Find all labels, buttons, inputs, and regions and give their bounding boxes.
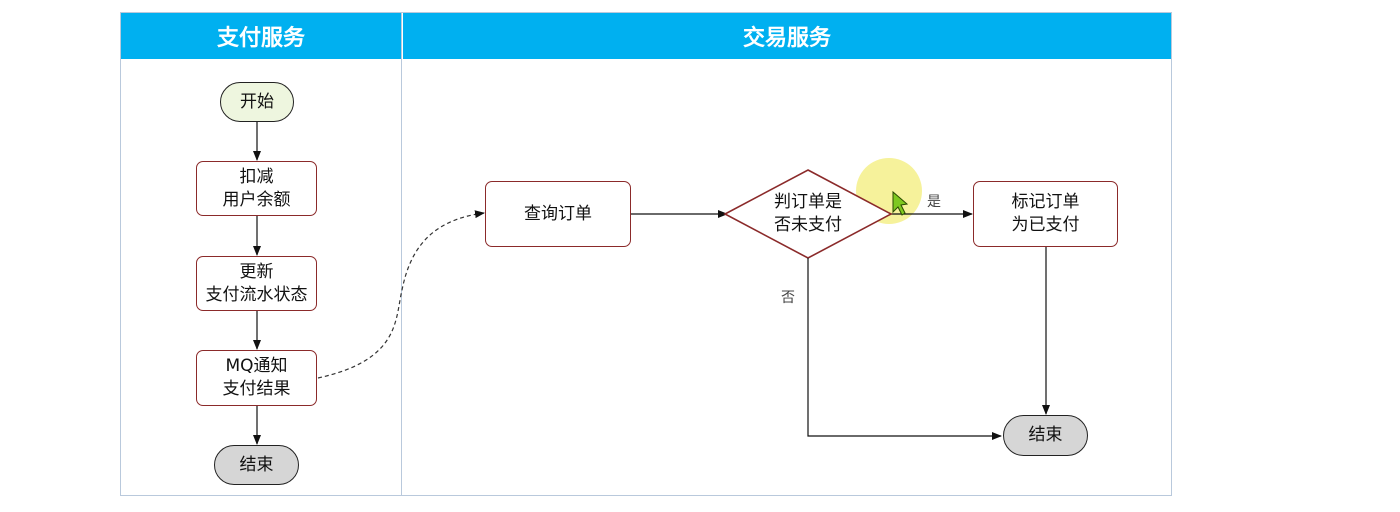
mark-paid-label: 标记订单 为已支付 bbox=[1011, 192, 1080, 235]
update-status-node: 更新 支付流水状态 bbox=[196, 256, 317, 311]
deduct-balance-label: 扣减 用户余额 bbox=[222, 166, 291, 210]
deduct-balance-node: 扣减 用户余额 bbox=[196, 161, 317, 216]
payment-end-label: 结束 bbox=[239, 454, 274, 475]
decision-label: 判订单是 否未支付 bbox=[774, 192, 842, 235]
no-branch-label: 否 bbox=[781, 290, 795, 306]
query-order-node: 查询订单 bbox=[485, 181, 631, 247]
start-label: 开始 bbox=[240, 91, 274, 112]
arrow-mq-to-query-dashed bbox=[317, 210, 485, 379]
mq-notify-node: MQ通知 支付结果 bbox=[196, 350, 317, 406]
mark-paid-node: 标记订单 为已支付 bbox=[973, 181, 1118, 247]
payment-end-node: 结束 bbox=[214, 445, 299, 485]
yes-branch-label: 是 bbox=[927, 194, 941, 210]
trade-end-label: 结束 bbox=[1028, 425, 1063, 445]
trade-end-node: 结束 bbox=[1003, 415, 1088, 456]
update-status-label: 更新 支付流水状态 bbox=[205, 261, 308, 305]
start-node: 开始 bbox=[220, 82, 294, 122]
arrow-decision-no-to-end bbox=[807, 258, 1002, 440]
mq-notify-label: MQ通知 支付结果 bbox=[222, 356, 291, 399]
query-order-label: 查询订单 bbox=[524, 203, 592, 224]
